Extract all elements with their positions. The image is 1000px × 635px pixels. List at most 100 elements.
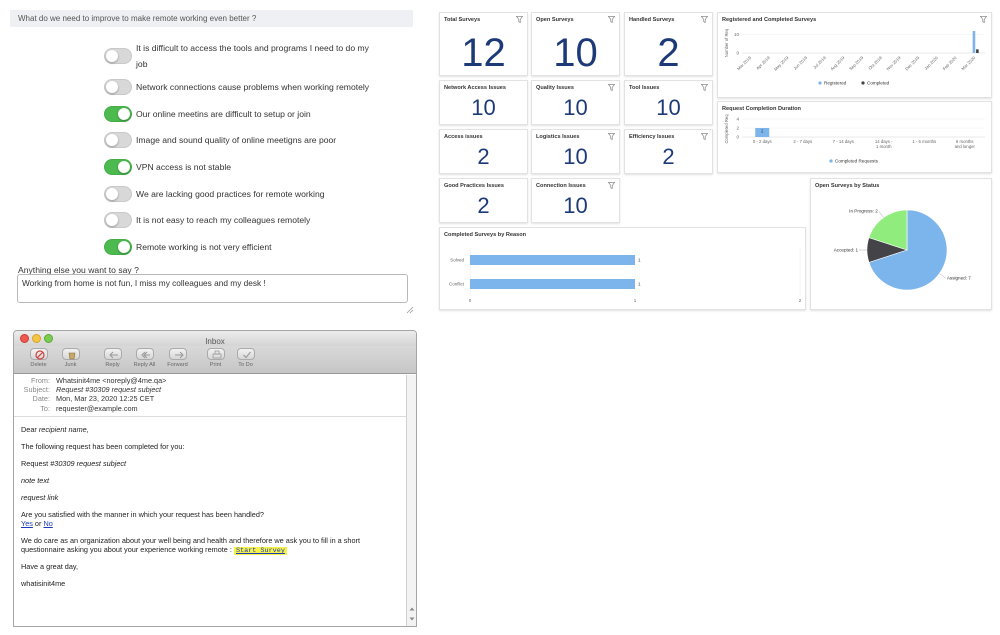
reply-all-label: Reply All [133,362,156,368]
kpi-access-issues[interactable]: Access issues 2 [439,129,528,174]
kpi-connection-issues[interactable]: Connection Issues 10 [531,178,620,223]
delete-icon [29,348,48,360]
y-tick-label: 10 [734,32,740,37]
filter-icon[interactable] [701,84,708,91]
chart-completed-by-reason[interactable]: Completed Surveys by Reason 0 1 2 Solved 1 Co… [439,227,806,310]
care-line2: questionnaire asking you about your expe… [21,545,287,555]
junk-button[interactable]: Junk [54,348,87,372]
toggle-knob [118,161,130,174]
x-tick-label: 2 - 7 days [793,139,812,144]
kpi-title: Tool Issues [629,85,660,91]
toggle-switch[interactable] [104,212,132,229]
mail-window: Inbox Delete Junk Reply Reply All Forwar… [13,330,417,627]
x-tick-label: Aug 2019 [829,55,846,72]
toggle-knob [106,134,118,147]
toggle-switch[interactable] [104,238,132,255]
kpi-tool-issues[interactable]: Tool Issues 10 [624,80,713,125]
kpi-efficiency-issues[interactable]: Efficiency Issues 2 [624,129,713,174]
minimize-window-icon[interactable] [32,334,41,343]
resize-grip-icon[interactable] [406,301,414,319]
delete-button[interactable]: Delete [22,348,55,372]
delete-label: Delete [30,362,47,368]
option-7: It is not easy to reach my colleagues re… [104,207,404,234]
toggle-switch[interactable] [104,79,132,96]
print-button[interactable]: Print [199,348,232,372]
mail-toolbar: Delete Junk Reply Reply All Forward Prin… [14,346,416,374]
legend-label-completed: Completed [867,81,890,86]
request-prefix: Request [21,459,51,468]
header-to: To: requester@example.com [14,404,406,413]
junk-icon [61,348,80,360]
print-icon [206,348,225,360]
header-divider [14,416,406,417]
mail-scrollbar[interactable] [406,375,416,626]
chart-registered-completed[interactable]: Registered and Completed Surveys 10 0 Numb… [717,12,992,98]
bar-reason [470,279,635,289]
kpi-good-practices-issues[interactable]: Good Practices Issues 2 [439,178,528,223]
x-tick-label-line2: and longer [955,144,976,149]
kpi-value: 2 [657,31,680,75]
filter-icon[interactable] [608,182,615,189]
close-window-icon[interactable] [20,334,29,343]
scroll-down-icon[interactable] [409,616,415,622]
kpi-network-access-issues[interactable]: Network Access Issues 10 [439,80,528,125]
header-key: To: [40,403,50,413]
option-label: It is not easy to reach my colleagues re… [136,215,311,226]
filter-icon[interactable] [608,84,615,91]
kpi-total-surveys[interactable]: Total Surveys 12 [439,12,528,76]
pie-data-label: Accepted: 1 [834,248,859,253]
bar-registered [972,31,976,53]
kpi-title: Network Access Issues [444,85,506,91]
toggle-switch[interactable] [104,159,132,176]
kpi-quality-issues[interactable]: Quality Issues 10 [531,80,620,125]
x-tick-label: Mar 2019 [736,55,753,72]
header-from-value[interactable]: Whatsinit4me <noreply@4me.qa> [56,376,166,385]
kpi-title: Total Surveys [444,17,481,23]
survey-options: It is difficult to access the tools and … [104,38,404,260]
kpi-open-surveys[interactable]: Open Surveys 10 [531,12,620,76]
toggle-switch[interactable] [104,185,132,202]
toggle-switch[interactable] [104,132,132,149]
reply-button[interactable]: Reply [96,348,129,372]
filter-icon[interactable] [608,16,615,23]
toggle-switch[interactable] [104,48,132,64]
scroll-up-icon[interactable] [409,606,415,612]
kpi-value: 10 [563,193,588,218]
legend-marker-completed [861,81,865,85]
mail-titlebar[interactable]: Inbox [14,331,416,346]
note-text: note text [21,476,49,485]
kpi-title: Efficiency Issues [629,134,675,140]
anything-else-textarea[interactable]: Working from home is not fun, I miss my … [17,274,408,303]
chart-completion-duration[interactable]: Request Completion Duration 4 2 0 Completed… [717,101,992,173]
filter-icon[interactable] [701,16,708,23]
y-axis-label: Completed Req [724,114,729,144]
toggle-knob [106,187,118,200]
kpi-title: Access issues [444,134,483,140]
toggle-switch[interactable] [104,105,132,122]
header-subject: Subject: Request #30309 request subject [14,385,406,394]
start-survey-link[interactable]: Start Survey [233,547,287,555]
todo-label: To Do [238,362,253,368]
no-link[interactable]: No [43,519,52,528]
chart-registered-svg: 10 0 Number of Req Mar 2019 Apr 2019 May 2019… [724,28,985,86]
kpi-handled-surveys[interactable]: Handled Surveys 2 [624,12,713,76]
yes-link[interactable]: Yes [21,519,33,528]
request-link[interactable]: request link [21,493,58,502]
care-line2-text: questionnaire asking you about your expe… [21,545,234,554]
reply-all-button[interactable]: Reply All [128,348,161,372]
y-axis-label: Number of Req [724,28,729,57]
kpi-logistics-issues[interactable]: Logistics Issues 10 [531,129,620,174]
zoom-window-icon[interactable] [44,334,53,343]
chart-open-by-status[interactable]: Open Surveys by Status Assigned: 7 Accept… [810,178,992,310]
mail-headers: From: Whatsinit4me <noreply@4me.qa> Subj… [14,376,406,413]
request-value: #30309 request subject [50,459,127,468]
forward-button[interactable]: Forward [161,348,194,372]
option-label: We are lacking good practices for remote… [136,188,325,199]
header-to-value[interactable]: requester@example.com [56,404,138,413]
todo-button[interactable]: To Do [229,348,262,372]
filter-icon[interactable] [516,16,523,23]
pie-label-connector [878,211,884,218]
filter-icon[interactable] [701,133,708,140]
option-1: It is difficult to access the tools and … [104,38,404,74]
filter-icon[interactable] [608,133,615,140]
